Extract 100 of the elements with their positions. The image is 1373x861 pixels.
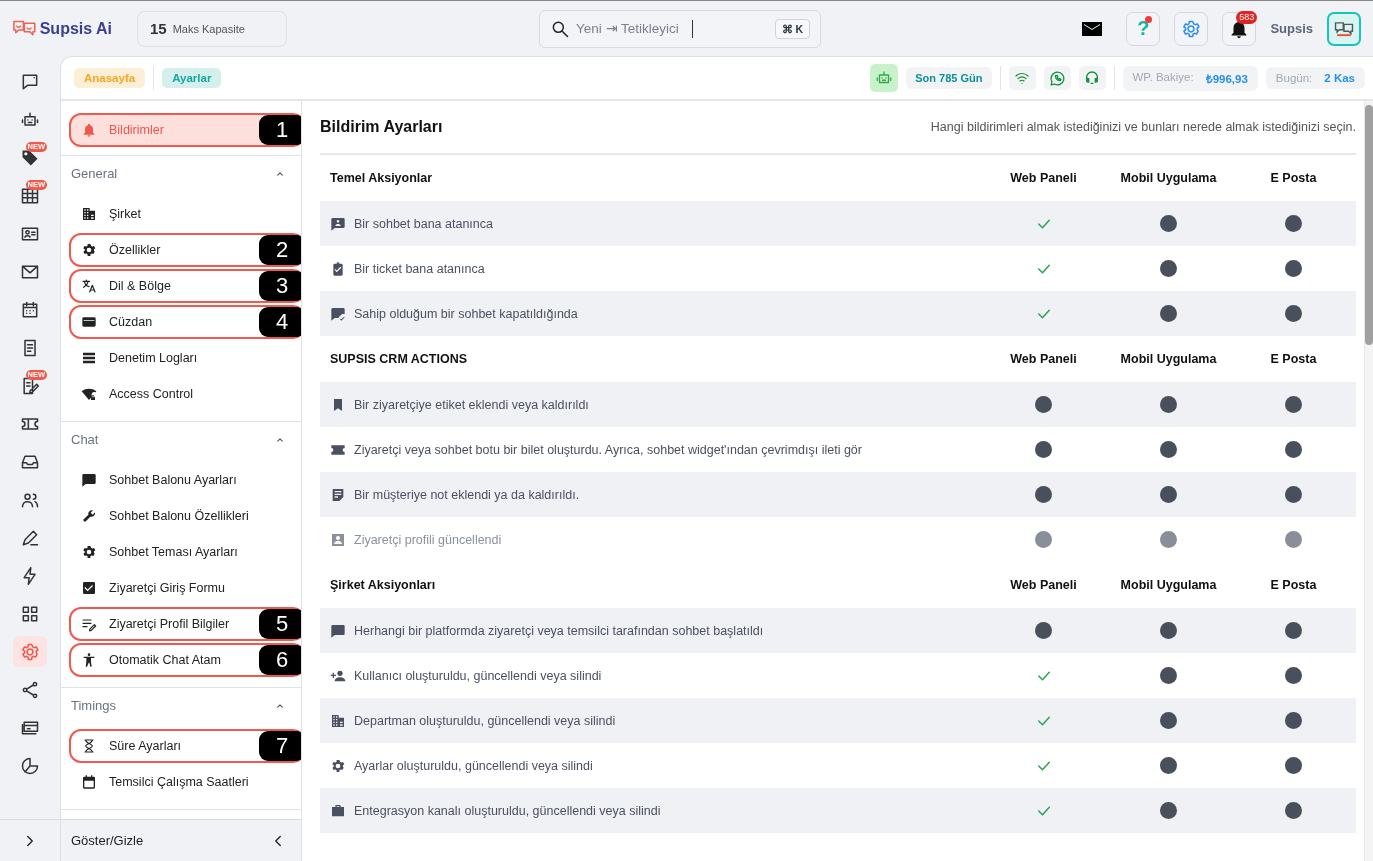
toggle-dot[interactable] [1035,486,1052,503]
section-title: SUPSIS CRM ACTIONS [330,352,469,366]
chat-bubble-icon [81,472,97,488]
menu-item-label: Denetim Logları [109,351,198,365]
toggle-dot[interactable] [1035,622,1052,639]
settings-button[interactable] [1174,11,1209,46]
gear-icon [81,242,97,258]
toggle-dot[interactable] [1285,802,1302,819]
settings-menu-item[interactable]: Temsilci Çalışma Saatleri [69,765,301,799]
calendar-icon [81,774,97,790]
menu-item-label: Özellikler [109,243,161,257]
date-label: Bugün: [1275,72,1313,84]
section-toggle[interactable]: Timings [61,688,301,727]
callout-badge: 7 [259,731,301,761]
toggle-dot[interactable] [1160,802,1177,819]
page-title: Bildirim Ayarları [320,118,443,136]
row-label: Herhangi bir platformda ziyaretçi veya temsilci tarafından sohbet başlatıldı [354,623,764,638]
gear-icon [20,641,40,662]
toggle-dot[interactable] [1160,396,1177,413]
page-subtitle: Hangi bildirimleri almak istediğinizi ve bunları nerede almak istediğinizi seçin. [930,120,1356,134]
toggle-dot[interactable] [1285,712,1302,729]
share-icon [20,679,40,700]
settings-menu-item[interactable]: Ziyaretçi Giriş Formu [69,571,301,605]
toggle-dot[interactable] [1285,305,1302,322]
headset-icon [1084,70,1100,86]
settings-menu-item[interactable]: Access Control [69,377,301,411]
callout-badge: 4 [259,307,301,337]
settings-menu-item[interactable]: Şirket [69,197,301,231]
toggle-dot[interactable] [1285,757,1302,774]
row-label: Departman oluşturuldu, güncellendi veya silindi [354,713,616,728]
toggle-dot[interactable] [1285,622,1302,639]
settings-menu-item[interactable]: Sohbet Teması Ayarları [69,535,301,569]
scrollbar[interactable] [1364,101,1373,861]
callout-badge: 3 [259,271,301,301]
toggle-dot[interactable] [1285,667,1302,684]
menu-item-label: Ziyaretçi Profil Bilgiler [109,617,230,631]
wifi-icon [1014,70,1030,86]
date-value: 2 Kas [1324,72,1355,84]
column-header: Web Paneli [1009,578,1078,592]
note-icon [330,486,346,503]
callout-badge: 5 [259,609,301,639]
row-label: Bir sohbet bana atanınca [354,216,493,231]
section-title: Şirket Aksiyonları [330,578,437,592]
menu-item-label: Cüzdan [109,315,153,329]
translate-icon [81,278,97,294]
search-field[interactable]: Yeni ⇥ Tetikleyici [576,21,686,36]
toggle-dot[interactable] [1160,260,1177,277]
toggle-dot[interactable] [1160,486,1177,503]
chat-check-icon [330,305,346,322]
notifications-button[interactable]: 583 [1222,11,1257,46]
person-icon [81,652,97,668]
bell-icon [81,122,97,138]
column-header: Mobil Uygulama [1119,352,1218,366]
toggle-dot[interactable] [1160,305,1177,322]
settings-menu-item[interactable]: Denetim Logları [69,341,301,375]
menu-item-label: Dil & Bölge [109,279,171,293]
building-icon [330,712,346,729]
menu-item-label: Şirket [109,207,141,221]
logo-icon [1334,19,1354,38]
building-icon [81,206,97,222]
chat-bubble-icon [330,622,346,639]
row-label: Sahip olduğum bir sohbet kapatıldığında [354,306,578,321]
section-toggle[interactable]: Chat [61,422,301,461]
menu-item-label: Sohbet Balonu Ayarları [109,473,237,487]
toggle-dot[interactable] [1160,215,1177,232]
menu-item-label: Bildirimler [109,123,164,137]
wrench-icon [81,508,97,524]
column-header: Web Paneli [1009,352,1078,366]
toggle-dot[interactable] [1160,757,1177,774]
balance-label: WP. Bakiye: [1132,70,1194,85]
toggle-dot[interactable] [1285,441,1302,458]
column-header: Mobil Uygulama [1119,578,1218,592]
gear-icon [81,544,97,560]
briefcase-icon [330,802,346,819]
brand-name: Supsis Ai [39,19,112,38]
row-label: Ayarlar oluşturuldu, güncellendi veya silindi [354,758,593,773]
wifi-lock-icon [81,386,97,402]
toggle-dot[interactable] [1285,215,1302,232]
avatar-button[interactable] [1327,11,1361,46]
toggle-dot[interactable] [1285,396,1302,413]
wallet-icon [81,314,97,330]
toggle-dot[interactable] [1160,667,1177,684]
settings-menu-item[interactable]: Sohbet Balonu Özellikleri [69,499,301,533]
toggle-dot[interactable] [1160,712,1177,729]
toggle-dot[interactable] [1035,396,1052,413]
menu-item-label: Sohbet Balonu Özellikleri [109,509,249,523]
column-header: Web Paneli [1009,171,1078,185]
phone-bubble-icon [1048,69,1066,87]
toggle-dot[interactable] [1285,260,1302,277]
toggle-dot[interactable] [1035,441,1052,458]
section-title: Temel Aksiyonlar [330,171,434,185]
toggle-dot[interactable] [1160,441,1177,458]
settings-menu-item[interactable]: Sohbet Balonu Ayarları [69,463,301,497]
toggle-dot[interactable] [1285,486,1302,503]
toggle-dot[interactable] [1160,622,1177,639]
edit-note-icon [20,375,40,396]
chat-person-icon [330,215,346,232]
row-label: Bir ticket bana atanınca [354,261,485,276]
menu-item-label: Süre Ayarları [109,739,182,753]
section-toggle[interactable]: General [61,156,301,195]
